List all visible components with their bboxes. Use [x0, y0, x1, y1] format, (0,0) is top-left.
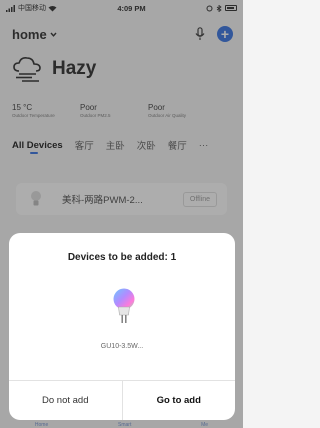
dialog-actions: Do not add Go to add	[9, 380, 235, 420]
go-to-add-button[interactable]: Go to add	[123, 381, 236, 420]
do-not-add-button[interactable]: Do not add	[9, 381, 123, 420]
dialog-device-name: GU10-3.5W...	[100, 343, 144, 350]
rgb-bulb-icon	[113, 288, 135, 323]
dialog-title: Devices to be added: 1	[67, 252, 177, 263]
add-devices-dialog: Devices to be added: 1 GU10-3.5W... Do n…	[9, 233, 235, 420]
